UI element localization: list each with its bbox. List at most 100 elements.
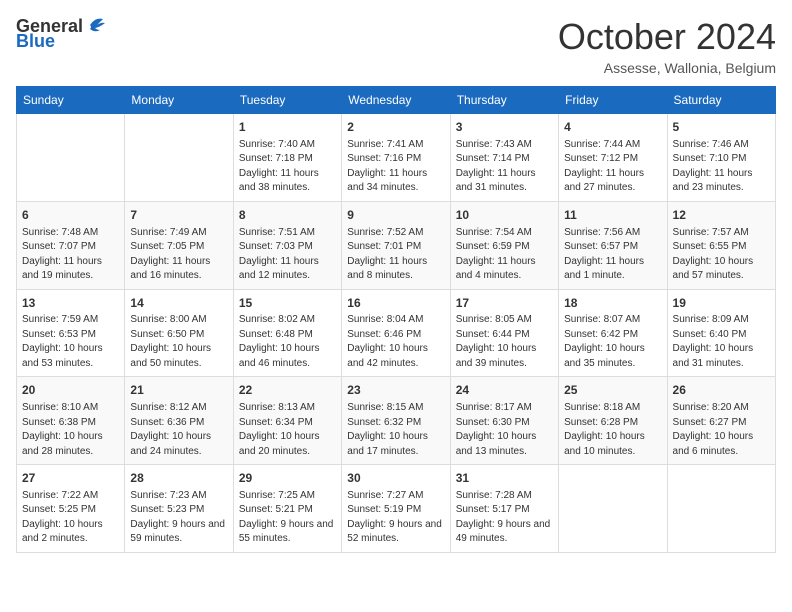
day-number: 19	[673, 295, 770, 312]
day-info: Sunrise: 7:22 AMSunset: 5:25 PMDaylight:…	[22, 489, 119, 547]
day-number: 9	[347, 207, 444, 224]
sunrise-text: Sunrise: 8:18 AM	[564, 401, 661, 416]
daylight-text: Daylight: 10 hours and 35 minutes.	[564, 342, 661, 371]
sunrise-text: Sunrise: 7:25 AM	[239, 489, 336, 504]
calendar-cell: 27Sunrise: 7:22 AMSunset: 5:25 PMDayligh…	[17, 465, 125, 553]
calendar-cell: 10Sunrise: 7:54 AMSunset: 6:59 PMDayligh…	[450, 201, 558, 289]
calendar-cell: 26 Sunrise: 8:20 AMSunset: 6:27 PMDayligh…	[667, 377, 775, 465]
sunset-text: Sunset: 5:17 PM	[456, 503, 553, 518]
day-info: Sunrise: 7:23 AMSunset: 5:23 PMDaylight:…	[130, 489, 227, 547]
calendar-cell: 3 Sunrise: 7:43 AMSunset: 7:14 PMDaylight…	[450, 114, 558, 202]
calendar-cell: 23Sunrise: 8:15 AMSunset: 6:32 PMDayligh…	[342, 377, 450, 465]
day-info: Sunrise: 7:25 AMSunset: 5:21 PMDaylight:…	[239, 489, 336, 547]
sunrise-text: Sunrise: 7:27 AM	[347, 489, 444, 504]
day-info: Sunrise: 8:05 AMSunset: 6:44 PMDaylight:…	[456, 313, 553, 371]
day-number: 10	[456, 207, 553, 224]
sunrise-text: Sunrise: 7:43 AM	[456, 138, 553, 153]
sunrise-text: Sunrise: 8:00 AM	[130, 313, 227, 328]
daylight-text: Daylight: 10 hours and 31 minutes.	[673, 342, 770, 371]
sunrise-text: Sunrise: 7:56 AM	[564, 226, 661, 241]
sunset-text: Sunset: 5:23 PM	[130, 503, 227, 518]
day-info: Sunrise: 7:57 AMSunset: 6:55 PMDaylight:…	[673, 226, 770, 284]
calendar-cell: 11Sunrise: 7:56 AMSunset: 6:57 PMDayligh…	[559, 201, 667, 289]
calendar-cell	[559, 465, 667, 553]
day-info: Sunrise: 8:02 AMSunset: 6:48 PMDaylight:…	[239, 313, 336, 371]
day-number: 11	[564, 207, 661, 224]
day-number: 6	[22, 207, 119, 224]
sunset-text: Sunset: 6:30 PM	[456, 416, 553, 431]
calendar-cell: 24Sunrise: 8:17 AMSunset: 6:30 PMDayligh…	[450, 377, 558, 465]
calendar-week-2: 6Sunrise: 7:48 AMSunset: 7:07 PMDaylight…	[17, 201, 776, 289]
day-number: 3	[456, 119, 553, 136]
daylight-text: Daylight: 9 hours and 59 minutes.	[130, 518, 227, 547]
day-info: Sunrise: 8:00 AMSunset: 6:50 PMDaylight:…	[130, 313, 227, 371]
sunrise-text: Sunrise: 8:05 AM	[456, 313, 553, 328]
sunrise-text: Sunrise: 7:23 AM	[130, 489, 227, 504]
day-info: Sunrise: 8:20 AMSunset: 6:27 PMDaylight:…	[673, 401, 770, 459]
sunset-text: Sunset: 7:12 PM	[564, 152, 661, 167]
sunrise-text: Sunrise: 8:20 AM	[673, 401, 770, 416]
calendar-week-1: 1Sunrise: 7:40 AMSunset: 7:18 PMDaylight…	[17, 114, 776, 202]
calendar-week-4: 20 Sunrise: 8:10 AMSunset: 6:38 PMDayligh…	[17, 377, 776, 465]
sunrise-text: Sunrise: 7:57 AM	[673, 226, 770, 241]
sunset-text: Sunset: 6:34 PM	[239, 416, 336, 431]
day-info: Sunrise: 8:10 AMSunset: 6:38 PMDaylight:…	[22, 401, 119, 459]
sunset-text: Sunset: 6:50 PM	[130, 328, 227, 343]
calendar-cell: 5 Sunrise: 7:46 AMSunset: 7:10 PMDaylight…	[667, 114, 775, 202]
day-number: 2	[347, 119, 444, 136]
daylight-text: Daylight: 10 hours and 6 minutes.	[673, 430, 770, 459]
sunrise-text: Sunrise: 7:22 AM	[22, 489, 119, 504]
calendar-cell: 13Sunrise: 7:59 AMSunset: 6:53 PMDayligh…	[17, 289, 125, 377]
sunrise-text: Sunrise: 8:07 AM	[564, 313, 661, 328]
calendar-table: SundayMondayTuesdayWednesdayThursdayFrid…	[16, 86, 776, 553]
daylight-text: Daylight: 10 hours and 13 minutes.	[456, 430, 553, 459]
daylight-text: Daylight: 10 hours and 39 minutes.	[456, 342, 553, 371]
calendar-cell: 9Sunrise: 7:52 AMSunset: 7:01 PMDaylight…	[342, 201, 450, 289]
daylight-text: Daylight: 11 hours and 1 minute.	[564, 255, 661, 284]
sunset-text: Sunset: 5:19 PM	[347, 503, 444, 518]
day-number: 17	[456, 295, 553, 312]
sunset-text: Sunset: 6:44 PM	[456, 328, 553, 343]
calendar-cell	[17, 114, 125, 202]
sunrise-text: Sunrise: 7:54 AM	[456, 226, 553, 241]
daylight-text: Daylight: 9 hours and 49 minutes.	[456, 518, 553, 547]
logo: General Blue	[16, 16, 107, 52]
col-header-monday: Monday	[125, 87, 233, 114]
daylight-text: Daylight: 10 hours and 17 minutes.	[347, 430, 444, 459]
calendar-cell: 6Sunrise: 7:48 AMSunset: 7:07 PMDaylight…	[17, 201, 125, 289]
daylight-text: Daylight: 10 hours and 53 minutes.	[22, 342, 119, 371]
sunset-text: Sunset: 7:14 PM	[456, 152, 553, 167]
sunrise-text: Sunrise: 8:13 AM	[239, 401, 336, 416]
day-number: 5	[673, 119, 770, 136]
day-number: 25	[564, 382, 661, 399]
sunrise-text: Sunrise: 7:28 AM	[456, 489, 553, 504]
sunset-text: Sunset: 7:16 PM	[347, 152, 444, 167]
day-info: Sunrise: 7:43 AMSunset: 7:14 PMDaylight:…	[456, 138, 553, 196]
day-number: 13	[22, 295, 119, 312]
day-info: Sunrise: 7:41 AMSunset: 7:16 PMDaylight:…	[347, 138, 444, 196]
sunset-text: Sunset: 6:40 PM	[673, 328, 770, 343]
day-number: 4	[564, 119, 661, 136]
logo-blue: Blue	[16, 31, 55, 52]
daylight-text: Daylight: 9 hours and 55 minutes.	[239, 518, 336, 547]
calendar-cell: 20 Sunrise: 8:10 AMSunset: 6:38 PMDayligh…	[17, 377, 125, 465]
sunrise-text: Sunrise: 7:46 AM	[673, 138, 770, 153]
daylight-text: Daylight: 11 hours and 16 minutes.	[130, 255, 227, 284]
sunset-text: Sunset: 6:48 PM	[239, 328, 336, 343]
daylight-text: Daylight: 10 hours and 10 minutes.	[564, 430, 661, 459]
day-info: Sunrise: 7:59 AMSunset: 6:53 PMDaylight:…	[22, 313, 119, 371]
calendar-cell	[667, 465, 775, 553]
sunset-text: Sunset: 7:07 PM	[22, 240, 119, 255]
sunrise-text: Sunrise: 7:44 AM	[564, 138, 661, 153]
daylight-text: Daylight: 10 hours and 2 minutes.	[22, 518, 119, 547]
calendar-header-row: SundayMondayTuesdayWednesdayThursdayFrid…	[17, 87, 776, 114]
sunset-text: Sunset: 7:05 PM	[130, 240, 227, 255]
day-number: 20	[22, 382, 119, 399]
day-info: Sunrise: 7:46 AMSunset: 7:10 PMDaylight:…	[673, 138, 770, 196]
daylight-text: Daylight: 11 hours and 31 minutes.	[456, 167, 553, 196]
sunrise-text: Sunrise: 8:12 AM	[130, 401, 227, 416]
day-info: Sunrise: 7:49 AMSunset: 7:05 PMDaylight:…	[130, 226, 227, 284]
calendar-cell: 19Sunrise: 8:09 AMSunset: 6:40 PMDayligh…	[667, 289, 775, 377]
sunset-text: Sunset: 7:03 PM	[239, 240, 336, 255]
day-number: 26	[673, 382, 770, 399]
